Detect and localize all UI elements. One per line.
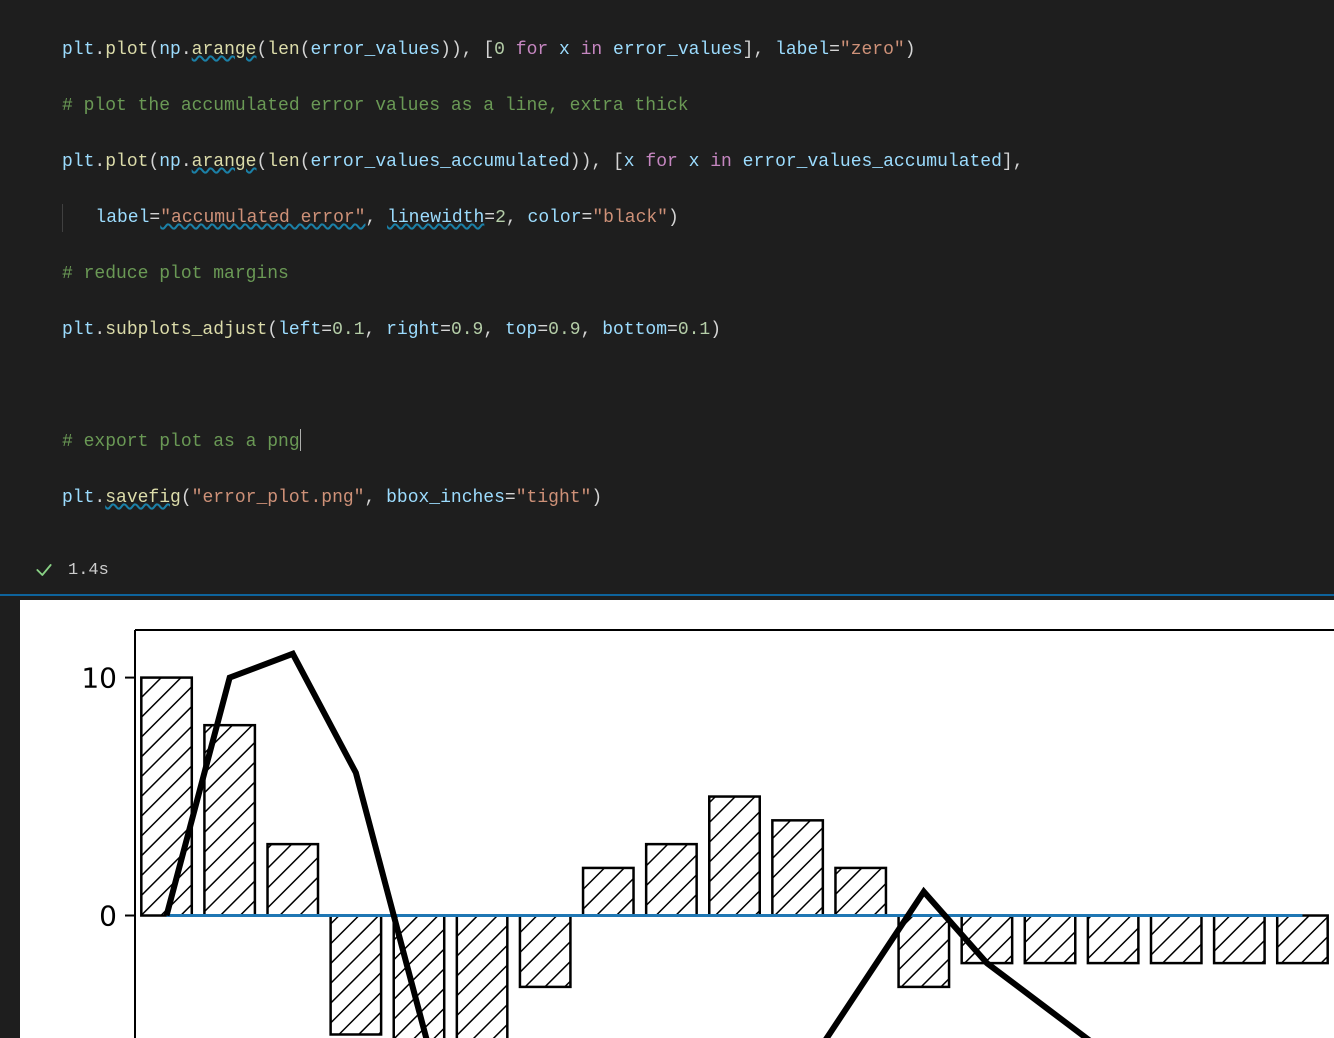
error-bar — [583, 868, 633, 916]
code-token: x — [624, 152, 635, 172]
y-tick-label: 0 — [99, 900, 117, 933]
code-comment: # export plot as a png — [62, 432, 300, 452]
execution-time: 1.4s — [68, 561, 109, 580]
code-token: bottom — [602, 320, 667, 340]
code-token: len — [267, 152, 299, 172]
code-token: label — [775, 40, 829, 60]
error-bar — [1088, 916, 1138, 964]
error-bar — [1025, 916, 1075, 964]
code-token: len — [267, 40, 299, 60]
code-token: "tight" — [516, 488, 592, 508]
cell-output: −10010 — [20, 600, 1334, 1038]
code-token: 0.1 — [678, 320, 710, 340]
error-bar — [709, 797, 759, 916]
code-line[interactable]: plt.subplots_adjust(left=0.1, right=0.9,… — [62, 316, 1334, 344]
code-token: plt — [62, 320, 94, 340]
code-line[interactable]: plt.savefig("error_plot.png", bbox_inche… — [62, 484, 1334, 512]
code-token: error_values_accumulated — [311, 152, 570, 172]
code-token: savefig — [105, 488, 181, 508]
code-token: in — [581, 40, 603, 60]
code-token: color — [528, 208, 582, 228]
y-tick-label: 10 — [81, 662, 117, 695]
text-caret — [300, 429, 302, 451]
cell-status-bar: 1.4s — [0, 548, 1334, 596]
code-token: "error_plot.png" — [192, 488, 365, 508]
error-bar — [1277, 916, 1327, 964]
code-token: label — [95, 208, 149, 228]
error-bar — [1214, 916, 1264, 964]
code-token: arange — [192, 40, 257, 60]
code-line[interactable]: # export plot as a png — [62, 428, 1334, 456]
code-token: in — [710, 152, 732, 172]
error-bar — [835, 868, 885, 916]
code-token: "zero" — [840, 40, 905, 60]
code-token: 0.1 — [332, 320, 364, 340]
code-token: error_values — [311, 40, 441, 60]
error-bar — [1151, 916, 1201, 964]
error-bar — [457, 916, 507, 1038]
code-token: x — [689, 152, 700, 172]
error-bar — [646, 844, 696, 915]
code-comment: # plot the accumulated error values as a… — [62, 96, 689, 116]
code-token: error_values_accumulated — [743, 152, 1002, 172]
code-token: subplots_adjust — [105, 320, 267, 340]
code-token: 0 — [494, 40, 505, 60]
error-bar — [899, 916, 949, 987]
code-token: error_values — [613, 40, 743, 60]
code-token: 0.9 — [548, 320, 580, 340]
code-token: plt — [62, 488, 94, 508]
code-token: np — [159, 152, 181, 172]
code-token: plot — [105, 40, 148, 60]
error-bar — [331, 916, 381, 1035]
code-token: plot — [105, 152, 148, 172]
error-bar — [520, 916, 570, 987]
code-line[interactable]: label="accumulated error", linewidth=2, … — [62, 204, 1334, 232]
code-token: right — [386, 320, 440, 340]
check-icon — [34, 560, 54, 580]
code-line[interactable] — [62, 372, 1334, 400]
code-token: left — [278, 320, 321, 340]
error-bar — [268, 844, 318, 915]
code-token: for — [516, 40, 548, 60]
code-line[interactable]: plt.plot(np.arange(len(error_values_accu… — [62, 148, 1334, 176]
code-token: bbox_inches — [386, 488, 505, 508]
error-bar — [141, 678, 191, 916]
code-token: top — [505, 320, 537, 340]
code-token: 0.9 — [451, 320, 483, 340]
code-cell[interactable]: plt.plot(np.arange(len(error_values)), [… — [0, 0, 1334, 548]
code-token: "accumulated error" — [160, 208, 365, 228]
code-token: plt — [62, 152, 94, 172]
code-token: arange — [192, 152, 257, 172]
code-token: for — [645, 152, 677, 172]
code-token: "black" — [592, 208, 668, 228]
code-line[interactable]: # plot the accumulated error values as a… — [62, 92, 1334, 120]
code-comment: # reduce plot margins — [62, 264, 289, 284]
error-bar — [772, 820, 822, 915]
code-line[interactable]: # reduce plot margins — [62, 260, 1334, 288]
error-plot: −10010 — [20, 600, 1334, 1038]
code-line[interactable]: plt.plot(np.arange(len(error_values)), [… — [62, 36, 1334, 64]
code-token: np — [159, 40, 181, 60]
code-token: linewidth — [387, 208, 484, 228]
code-token: 2 — [495, 208, 506, 228]
code-token: x — [559, 40, 570, 60]
code-token: plt — [62, 40, 94, 60]
